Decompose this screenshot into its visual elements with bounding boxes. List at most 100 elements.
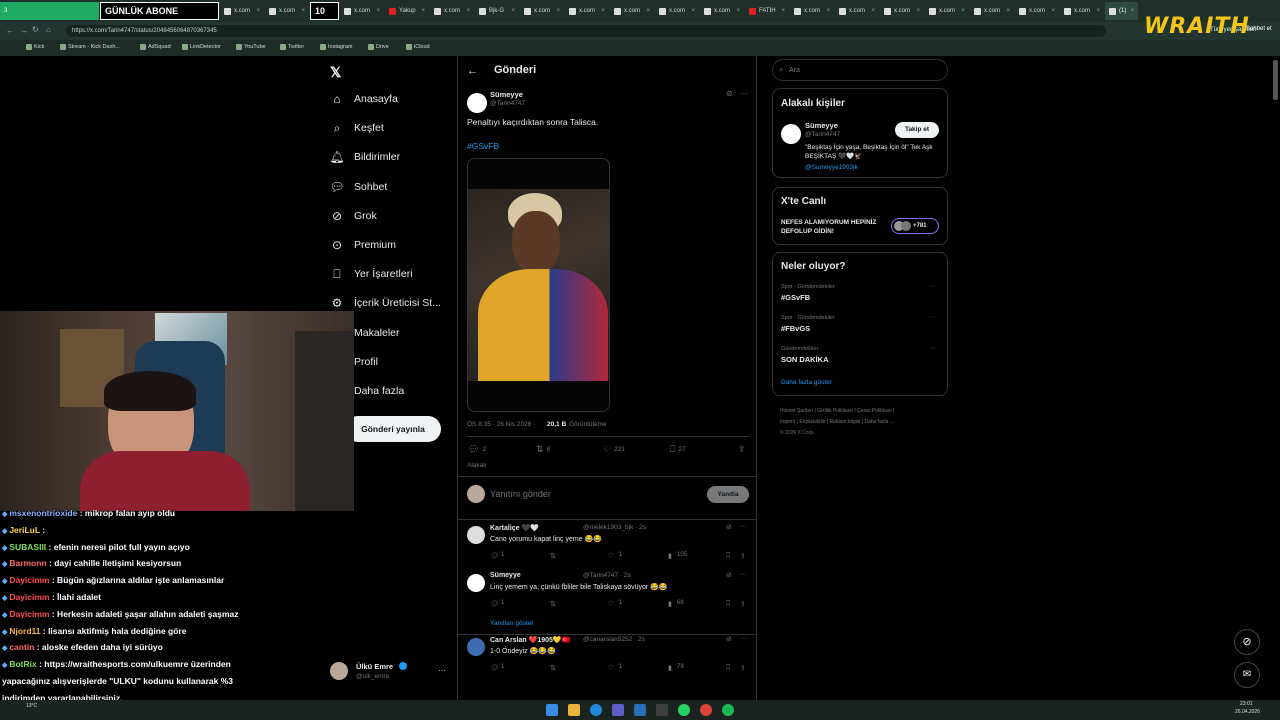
bookmark-icon[interactable]: ⎕ [726, 600, 730, 608]
back-icon[interactable]: ← [6, 26, 14, 35]
footer-line-2[interactable]: Imprint | Erişilebilirlik | Reklam bilgi… [780, 417, 894, 428]
share-icon[interactable]: ⇪ [740, 600, 746, 608]
nav-item[interactable]: 💬︎ Sohbet [329, 180, 387, 194]
close-icon[interactable]: × [826, 8, 830, 14]
browser-tab[interactable]: x.com × [520, 2, 564, 20]
home-icon[interactable]: ⌂ [46, 25, 51, 34]
browser-tab[interactable]: x.com × [610, 2, 654, 20]
grok-icon[interactable]: ⊘ [726, 635, 732, 643]
reply-author-name[interactable]: Sümeyye [490, 572, 521, 579]
repost-icon[interactable]: ⇅ [550, 552, 556, 560]
scrollbar[interactable] [1273, 60, 1278, 100]
clock-time[interactable]: 23:01 [1240, 701, 1253, 707]
browser-tab[interactable]: x.com × [835, 2, 879, 20]
chat-username[interactable]: Dayicimm [9, 575, 49, 585]
nav-item[interactable]: 🔔︎ Bildirimler [329, 150, 400, 164]
trend-topic[interactable]: SON DAKİKA [781, 355, 829, 364]
hashtag-link[interactable]: #GSvFB [467, 141, 499, 151]
back-arrow-icon[interactable]: ← [467, 65, 478, 77]
close-icon[interactable]: × [421, 8, 425, 14]
more-icon[interactable]: ··· [929, 314, 936, 321]
browser-tab[interactable]: x.com × [970, 2, 1014, 20]
reply-author-handle[interactable]: @melek1903_bjk · 2s [583, 524, 646, 531]
x-logo-icon[interactable]: 𝕏 [330, 64, 341, 81]
post-time[interactable]: ÖS 8:35 · 26 Nis 2026 · [467, 421, 535, 428]
repost-icon[interactable]: ⇅ [550, 664, 556, 672]
close-icon[interactable]: × [871, 8, 875, 14]
browser-tab[interactable]: Bjk-G × [475, 2, 519, 20]
browser-tab[interactable]: x.com × [1015, 2, 1059, 20]
close-icon[interactable]: × [601, 8, 605, 14]
grok-icon[interactable]: ⊘ [726, 523, 732, 531]
bookmark-item[interactable]: Kick [26, 44, 44, 50]
chat-username[interactable]: SUBASIII [9, 542, 46, 552]
browser-tab[interactable]: x.com × [340, 2, 384, 20]
views-icon[interactable]: ▮ [668, 664, 672, 672]
browser-tab[interactable]: x.com × [220, 2, 264, 20]
share-icon[interactable]: ⇪ [738, 444, 746, 455]
reply-icon[interactable]: 💬︎ [490, 552, 499, 560]
browser-tab[interactable]: FATİH × [745, 2, 789, 20]
close-icon[interactable]: × [466, 8, 470, 14]
views-icon[interactable]: ▮ [668, 600, 672, 608]
share-icon[interactable]: ⇪ [740, 664, 746, 672]
nav-item[interactable]: ⊙ Premium [330, 238, 396, 252]
reply-input[interactable] [490, 486, 670, 502]
related-handle[interactable]: @Tarin4747 [805, 131, 840, 138]
bookmark-item[interactable]: Instagram [320, 44, 352, 50]
related-name[interactable]: Sümeyye [805, 121, 838, 130]
related-link[interactable]: @Sumeyye1903jk [805, 164, 858, 171]
weather-label[interactable]: 13°C [26, 703, 37, 709]
chat-username[interactable]: Barmonn [9, 558, 46, 568]
more-icon[interactable]: ··· [929, 283, 936, 290]
trend-topic[interactable]: #FBvGS [781, 324, 810, 333]
nav-item[interactable]: ⊘ Grok [330, 209, 377, 223]
follow-button[interactable]: Takip et [895, 122, 939, 138]
chat-username[interactable]: cantin [9, 642, 34, 652]
show-replies-link[interactable]: Yanıtları göster [490, 620, 534, 627]
close-icon[interactable]: × [511, 8, 515, 14]
reply-author-handle[interactable]: @canarslan5252 · 2s [583, 636, 645, 643]
reply-author-handle[interactable]: @Tarin4747 · 2s [583, 572, 631, 579]
nav-item[interactable]: ⌂ Anasayfa [330, 92, 397, 106]
more-icon[interactable]: ··· [740, 635, 747, 642]
trend-topic[interactable]: #GSvFB [781, 293, 810, 302]
bookmark-item[interactable]: Stream - Kick Dash... [60, 44, 120, 50]
views-icon[interactable]: ▮ [668, 552, 672, 560]
browser-tab[interactable]: x.com × [790, 2, 834, 20]
heart-icon[interactable]: ♡ [608, 600, 614, 608]
close-icon[interactable]: × [1130, 8, 1134, 14]
bookmark-item[interactable]: AdSquad [140, 44, 171, 50]
reply-author-name[interactable]: Kartaliçe 🖤🤍 [490, 524, 539, 532]
browser-tab[interactable]: (1) × [1105, 2, 1138, 20]
post-video[interactable] [467, 158, 610, 412]
reload-icon[interactable]: ↻ [32, 25, 39, 34]
whatsapp-icon[interactable] [678, 704, 690, 716]
browser-tab[interactable]: x.com × [700, 2, 744, 20]
nav-item[interactable]: ⚙ İçerik Üreticisi St... [330, 296, 441, 310]
show-more-link[interactable]: Daha fazla göster [781, 379, 832, 386]
close-icon[interactable]: × [916, 8, 920, 14]
chat-username[interactable]: msxenontrioxide [9, 508, 77, 518]
more-icon[interactable]: ··· [740, 89, 748, 98]
chat-username[interactable]: JeriLuL [9, 525, 40, 535]
nav-item[interactable]: ⎕ Yer İşaretleri [330, 267, 412, 281]
avatar[interactable] [467, 638, 485, 656]
steam-icon[interactable] [634, 704, 646, 716]
close-icon[interactable]: × [1096, 8, 1100, 14]
footer-line-1[interactable]: Hizmet Şartları | Gizlilik Politikası | … [780, 406, 894, 417]
browser-tab[interactable]: x.com × [1060, 2, 1104, 20]
heart-icon[interactable]: ♡ [608, 664, 614, 672]
browser-tab[interactable]: x.com × [925, 2, 969, 20]
grok-icon[interactable]: ⊘ [1234, 629, 1260, 655]
browser-tab[interactable]: 3 [0, 2, 99, 20]
obs-icon[interactable] [656, 704, 668, 716]
clock-date[interactable]: 26.04.2026 [1235, 709, 1260, 715]
avatar[interactable] [467, 526, 485, 544]
relevant-sort[interactable]: Alakalı [467, 462, 487, 469]
close-icon[interactable]: × [646, 8, 650, 14]
bookmark-item[interactable]: Twitter [280, 44, 304, 50]
browser-tab[interactable]: GÜNLÜK ABONE [100, 2, 219, 20]
chrome-icon[interactable] [700, 704, 712, 716]
chat-username[interactable]: Dayicimm [9, 609, 49, 619]
